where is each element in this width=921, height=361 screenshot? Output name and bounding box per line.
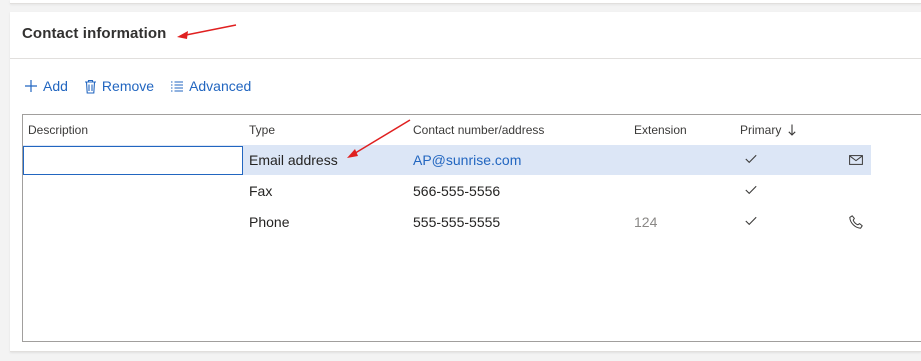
type-cell[interactable]: Phone (249, 207, 289, 237)
phone-icon[interactable] (849, 215, 863, 229)
column-header-contact[interactable]: Contact number/address (413, 123, 544, 137)
plus-icon (25, 80, 37, 92)
primary-check-icon[interactable] (745, 216, 757, 226)
sort-descending-icon (788, 124, 796, 136)
primary-check-icon[interactable] (745, 185, 757, 195)
extension-cell[interactable]: 124 (634, 207, 657, 237)
column-header-extension[interactable]: Extension (634, 123, 687, 137)
contact-information-section: Contact information Add Remove Advanced … (10, 12, 921, 352)
table-row[interactable]: Fax 566-555-5556 (23, 176, 871, 206)
section-header[interactable]: Contact information (10, 12, 921, 59)
grid-header-row: Description Type Contact number/address … (23, 115, 921, 145)
remove-button-label: Remove (101, 78, 155, 94)
type-cell[interactable]: Email address (249, 145, 338, 175)
trash-icon (84, 79, 96, 94)
type-cell[interactable]: Fax (249, 176, 272, 206)
section-title: Contact information (22, 25, 167, 42)
table-row[interactable]: Phone 555-555-5555 124 (23, 207, 871, 237)
remove-button[interactable]: Remove (84, 78, 154, 94)
contact-cell[interactable]: AP@sunrise.com (413, 145, 521, 175)
add-button-label: Add (43, 78, 68, 94)
contact-cell[interactable]: 566-555-5556 (413, 176, 500, 206)
grid-toolbar: Add Remove Advanced (24, 76, 267, 96)
advanced-button-label: Advanced (189, 78, 252, 94)
table-row[interactable]: Email address AP@sunrise.com (23, 145, 871, 175)
previous-section-edge (10, 0, 921, 4)
column-header-type[interactable]: Type (249, 123, 275, 137)
description-input[interactable] (23, 146, 243, 175)
column-header-primary[interactable]: Primary (740, 123, 796, 137)
list-icon (171, 81, 184, 92)
add-button[interactable]: Add (24, 78, 68, 94)
column-header-primary-label: Primary (740, 123, 782, 137)
primary-check-icon[interactable] (745, 154, 757, 164)
advanced-button[interactable]: Advanced (170, 78, 251, 94)
contact-cell[interactable]: 555-555-5555 (413, 207, 500, 237)
mail-icon[interactable] (849, 155, 863, 165)
contact-grid: Description Type Contact number/address … (22, 114, 921, 342)
column-header-description[interactable]: Description (28, 123, 88, 137)
